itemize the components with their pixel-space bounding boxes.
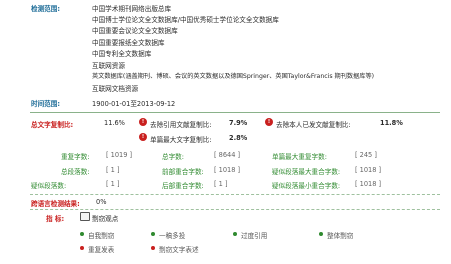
indicators-label: 指 标: [46, 215, 65, 223]
stat-value: [ 1018 ] [214, 166, 241, 174]
exclude-ref-label: 去除引用文献复制比: [150, 121, 212, 129]
scope-item: 互联网资源 [92, 62, 125, 70]
stat-value: [ 245 ] [355, 151, 377, 159]
scope-label: 检测范围: [31, 5, 61, 13]
stat-label: 疑似段落最小重合字数: [272, 182, 341, 190]
scope-item: 中国专利全文数据库 [92, 50, 152, 58]
stat-value: [ 1 ] [106, 180, 120, 188]
scope-item: 中国重要会议论文全文数据库 [92, 27, 178, 35]
exclamation-icon: ! [139, 133, 147, 141]
stat-value: [ 1018 ] [355, 180, 382, 188]
indicator-item: 过度引用 [241, 232, 268, 240]
stat-label: 单篇最大重复字数: [272, 153, 327, 161]
indicators-legend: 剽窃观点 [92, 215, 119, 223]
exclude-self-label: 去除本人已发文献复制比: [276, 121, 351, 129]
cross-check-label: 跨语言检测结果: [31, 200, 80, 208]
indicator-item: 一稿多投 [159, 232, 186, 240]
stat-value: [ 1 ] [214, 180, 228, 188]
exclude-self-value: 11.8% [380, 119, 403, 127]
status-dot-icon [80, 232, 84, 236]
scope-item: 中国重要报纸全文数据库 [92, 39, 165, 47]
divider [30, 112, 440, 113]
exclamation-icon: ! [139, 118, 147, 126]
stat-label: 重复字数: [61, 153, 90, 161]
stat-label: 后部重合字数: [162, 182, 204, 190]
divider [30, 209, 440, 210]
status-dot-icon [233, 232, 237, 236]
status-dot-icon [319, 232, 323, 236]
stat-value: [ 1 ] [106, 166, 120, 174]
total-copy-ratio-label: 总文字复制比: [31, 121, 74, 129]
stat-value: [ 1019 ] [106, 151, 133, 159]
scope-item: 中国博士学位论文全文数据库/中国优秀硕士学位论文全文数据库 [92, 16, 279, 24]
scope-item: 中国学术期刊网络出版总库 [92, 5, 172, 13]
max-single-label: 单篇最大文字复制比: [150, 136, 212, 144]
time-value: 1900-01-01至2013-09-12 [92, 100, 176, 108]
stat-label: 疑似段落数: [31, 182, 67, 190]
legend-box-icon [80, 212, 90, 221]
indicator-item: 重复发表 [88, 246, 115, 254]
total-copy-ratio-value: 11.6% [104, 119, 125, 127]
indicator-item: 剽窃文字表述 [159, 246, 199, 254]
divider [30, 194, 440, 195]
stat-label: 总字数: [162, 153, 185, 161]
scope-item: 英文数据库(涵盖期刊、博硕、会议的英文数据以及德国Springer、英国Tayl… [92, 73, 375, 80]
scope-item: 互联网文档资源 [92, 85, 139, 93]
status-dot-icon [151, 232, 155, 236]
stat-label: 总段落数: [61, 168, 90, 176]
stat-value: [ 8644 ] [214, 151, 241, 159]
max-single-value: 2.8% [229, 134, 248, 142]
status-dot-icon [80, 246, 84, 250]
stat-label: 疑似段落最大重合字数: [272, 168, 341, 176]
exclude-ref-value: 7.9% [229, 119, 248, 127]
status-dot-icon [151, 246, 155, 250]
exclamation-icon: ! [265, 118, 273, 126]
indicator-item: 自我剽窃 [88, 232, 115, 240]
time-label: 时间范围: [31, 100, 61, 108]
stat-label: 前部重合字数: [162, 168, 204, 176]
cross-check-value: 0% [96, 198, 107, 206]
stat-value: [ 1018 ] [355, 166, 382, 174]
indicator-item: 整体剽窃 [327, 232, 354, 240]
